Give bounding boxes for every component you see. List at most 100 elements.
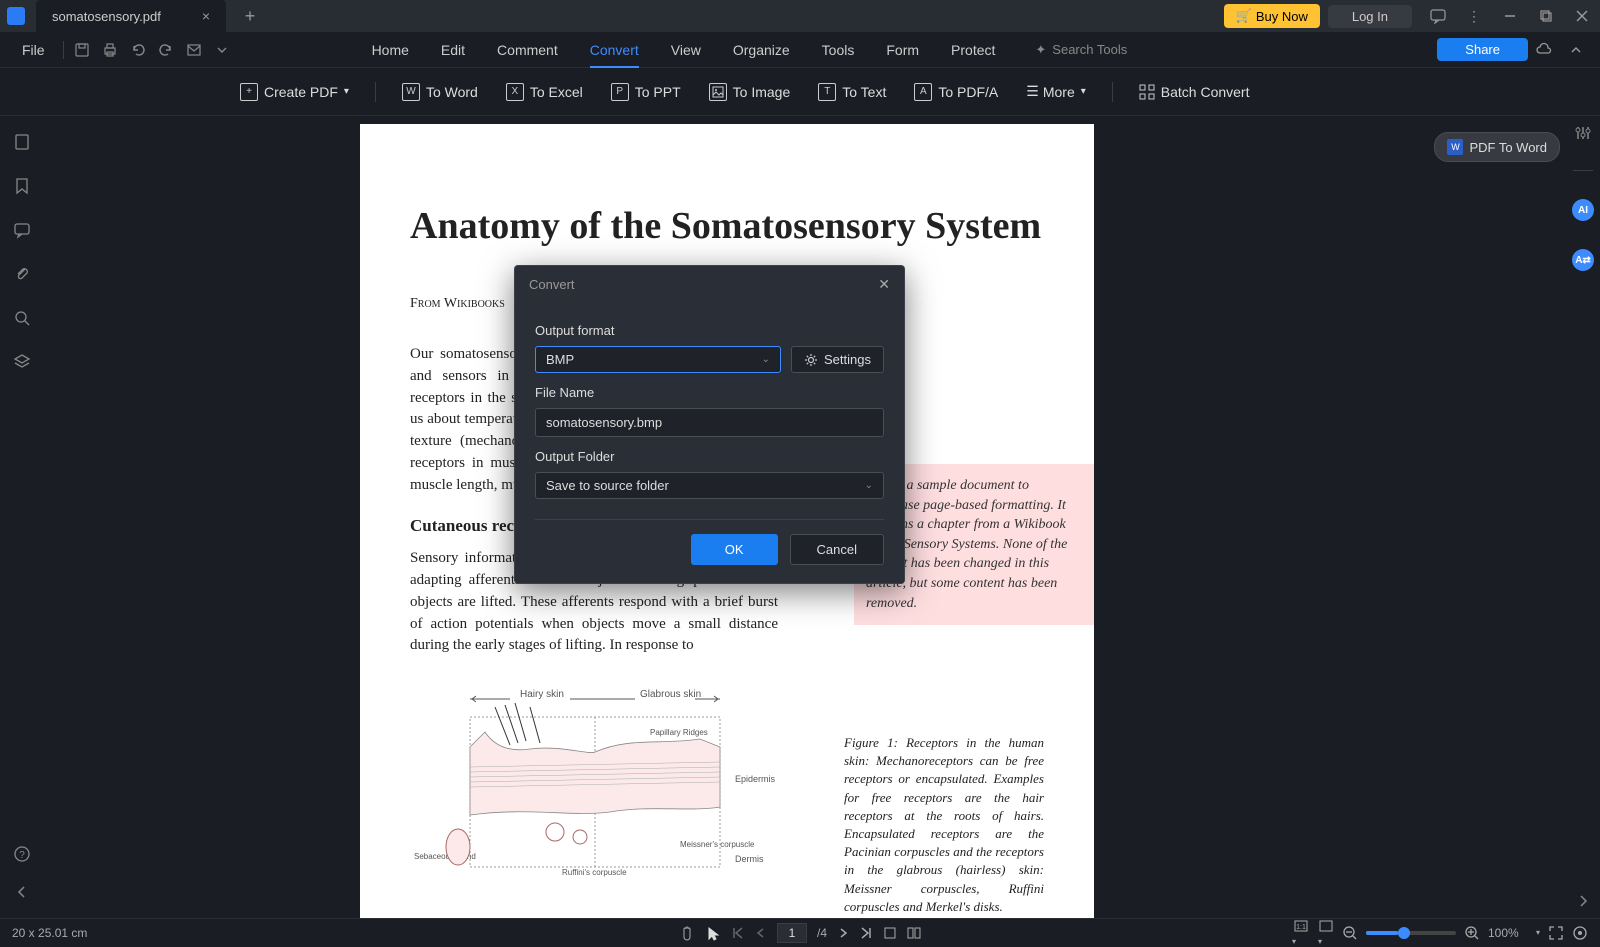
- email-icon[interactable]: [180, 32, 208, 68]
- file-name-input[interactable]: [535, 408, 884, 437]
- to-excel-button[interactable]: X To Excel: [496, 77, 593, 107]
- to-word-label: To Word: [426, 84, 478, 100]
- ai-translate-icon[interactable]: A⇄: [1572, 249, 1594, 271]
- file-menu[interactable]: File: [8, 32, 59, 68]
- fullscreen-icon[interactable]: [1548, 925, 1564, 941]
- to-ppt-label: To PPT: [635, 84, 681, 100]
- ai-icon[interactable]: AI: [1572, 199, 1594, 221]
- thumbnails-icon[interactable]: [12, 132, 32, 152]
- ok-button[interactable]: OK: [691, 534, 778, 565]
- zoom-value[interactable]: 100%: [1488, 926, 1528, 940]
- left-sidebar: ?: [0, 116, 44, 918]
- image-icon: [709, 83, 727, 101]
- cloud-icon[interactable]: [1528, 32, 1560, 68]
- last-page-icon[interactable]: [859, 926, 873, 940]
- minimize-icon[interactable]: [1492, 0, 1528, 32]
- menu-tab-protect[interactable]: Protect: [935, 32, 1011, 68]
- output-format-select[interactable]: BMP ⌄: [535, 346, 781, 373]
- zoom-out-icon[interactable]: [1342, 925, 1358, 941]
- zoom-in-icon[interactable]: [1464, 925, 1480, 941]
- tab-title: somatosensory.pdf: [52, 9, 161, 24]
- page-total: /4: [817, 926, 827, 940]
- collapse-right-icon[interactable]: [1576, 894, 1590, 908]
- comments-icon[interactable]: [12, 220, 32, 240]
- plus-icon: +: [240, 83, 258, 101]
- output-folder-select[interactable]: Save to source folder ⌄: [535, 472, 884, 499]
- more-button[interactable]: ☰ More ▾: [1016, 77, 1096, 106]
- menu-tab-edit[interactable]: Edit: [425, 32, 481, 68]
- select-tool-icon[interactable]: [705, 925, 721, 941]
- search-icon[interactable]: [12, 308, 32, 328]
- first-page-icon[interactable]: [731, 926, 745, 940]
- dialog-close-icon[interactable]: ✕: [878, 276, 890, 293]
- next-page-icon[interactable]: [837, 927, 849, 939]
- collapse-left-icon[interactable]: [12, 882, 32, 902]
- print-icon[interactable]: [96, 32, 124, 68]
- more-icon[interactable]: ⋮: [1456, 0, 1492, 32]
- batch-convert-button[interactable]: Batch Convert: [1129, 78, 1260, 106]
- menu-tab-organize[interactable]: Organize: [717, 32, 806, 68]
- view-mode2-icon[interactable]: [907, 926, 921, 940]
- quick-dropdown-icon[interactable]: [208, 32, 236, 68]
- properties-icon[interactable]: [1574, 124, 1592, 142]
- buy-now-button[interactable]: 🛒 Buy Now: [1224, 4, 1320, 28]
- fit-width-icon[interactable]: 1:1 ▾: [1292, 919, 1310, 947]
- attachments-icon[interactable]: [12, 264, 32, 284]
- close-window-icon[interactable]: [1564, 0, 1600, 32]
- maximize-icon[interactable]: [1528, 0, 1564, 32]
- to-excel-label: To Excel: [530, 84, 583, 100]
- menu-bar: File Home Edit Comment Convert View Orga…: [0, 32, 1600, 68]
- close-tab-icon[interactable]: ×: [198, 8, 214, 24]
- doc-caption: Figure 1: Receptors in the human skin: M…: [844, 734, 1044, 916]
- text-icon: T: [818, 83, 836, 101]
- reading-mode-icon[interactable]: [1572, 925, 1588, 941]
- login-button[interactable]: Log In: [1328, 5, 1412, 28]
- menu-tab-convert[interactable]: Convert: [574, 32, 655, 68]
- page-input[interactable]: [777, 923, 807, 943]
- ppt-icon: P: [611, 83, 629, 101]
- to-pdfa-button[interactable]: A To PDF/A: [904, 77, 1008, 107]
- chevron-down-icon: ▾: [344, 86, 349, 97]
- save-icon[interactable]: [68, 32, 96, 68]
- chevron-down-icon: ⌄: [865, 480, 873, 491]
- help-icon[interactable]: ?: [12, 844, 32, 864]
- collapse-ribbon-icon[interactable]: [1560, 32, 1592, 68]
- zoom-slider[interactable]: [1366, 931, 1456, 935]
- output-format-value: BMP: [546, 352, 574, 367]
- to-ppt-button[interactable]: P To PPT: [601, 77, 691, 107]
- feedback-icon[interactable]: [1420, 0, 1456, 32]
- fit-page-icon[interactable]: ▾: [1318, 919, 1334, 947]
- batch-convert-label: Batch Convert: [1161, 84, 1250, 100]
- create-pdf-button[interactable]: + Create PDF ▾: [230, 77, 359, 107]
- settings-label: Settings: [824, 352, 871, 367]
- zoom-dropdown-icon[interactable]: ▾: [1536, 928, 1540, 937]
- pdf-to-word-label: PDF To Word: [1469, 140, 1547, 155]
- view-mode1-icon[interactable]: [883, 926, 897, 940]
- to-word-button[interactable]: W To Word: [392, 77, 488, 107]
- settings-button[interactable]: Settings: [791, 346, 884, 373]
- new-tab-button[interactable]: +: [234, 0, 266, 32]
- prev-page-icon[interactable]: [755, 927, 767, 939]
- layers-icon[interactable]: [12, 352, 32, 372]
- pdf-to-word-chip[interactable]: W PDF To Word: [1434, 132, 1560, 162]
- menu-tab-view[interactable]: View: [655, 32, 717, 68]
- hand-tool-icon[interactable]: [679, 925, 695, 941]
- menu-tab-home[interactable]: Home: [356, 32, 425, 68]
- dialog-header[interactable]: Convert ✕: [515, 266, 904, 303]
- document-tab[interactable]: somatosensory.pdf ×: [36, 0, 226, 32]
- menu-tab-tools[interactable]: Tools: [806, 32, 871, 68]
- fig-meissner: Meissner's corpuscle: [680, 840, 755, 849]
- cancel-button[interactable]: Cancel: [790, 534, 884, 565]
- redo-icon[interactable]: [152, 32, 180, 68]
- undo-icon[interactable]: [124, 32, 152, 68]
- to-text-button[interactable]: T To Text: [808, 77, 896, 107]
- menu-tab-form[interactable]: Form: [870, 32, 935, 68]
- bookmarks-icon[interactable]: [12, 176, 32, 196]
- fig-glabrous: Glabrous skin: [640, 689, 701, 700]
- svg-text:?: ?: [19, 850, 25, 861]
- page-dimensions: 20 x 25.01 cm: [12, 926, 87, 940]
- to-image-button[interactable]: To Image: [699, 77, 801, 107]
- search-tools[interactable]: ✦ Search Tools: [1035, 42, 1127, 58]
- share-button[interactable]: Share: [1437, 38, 1528, 61]
- menu-tab-comment[interactable]: Comment: [481, 32, 574, 68]
